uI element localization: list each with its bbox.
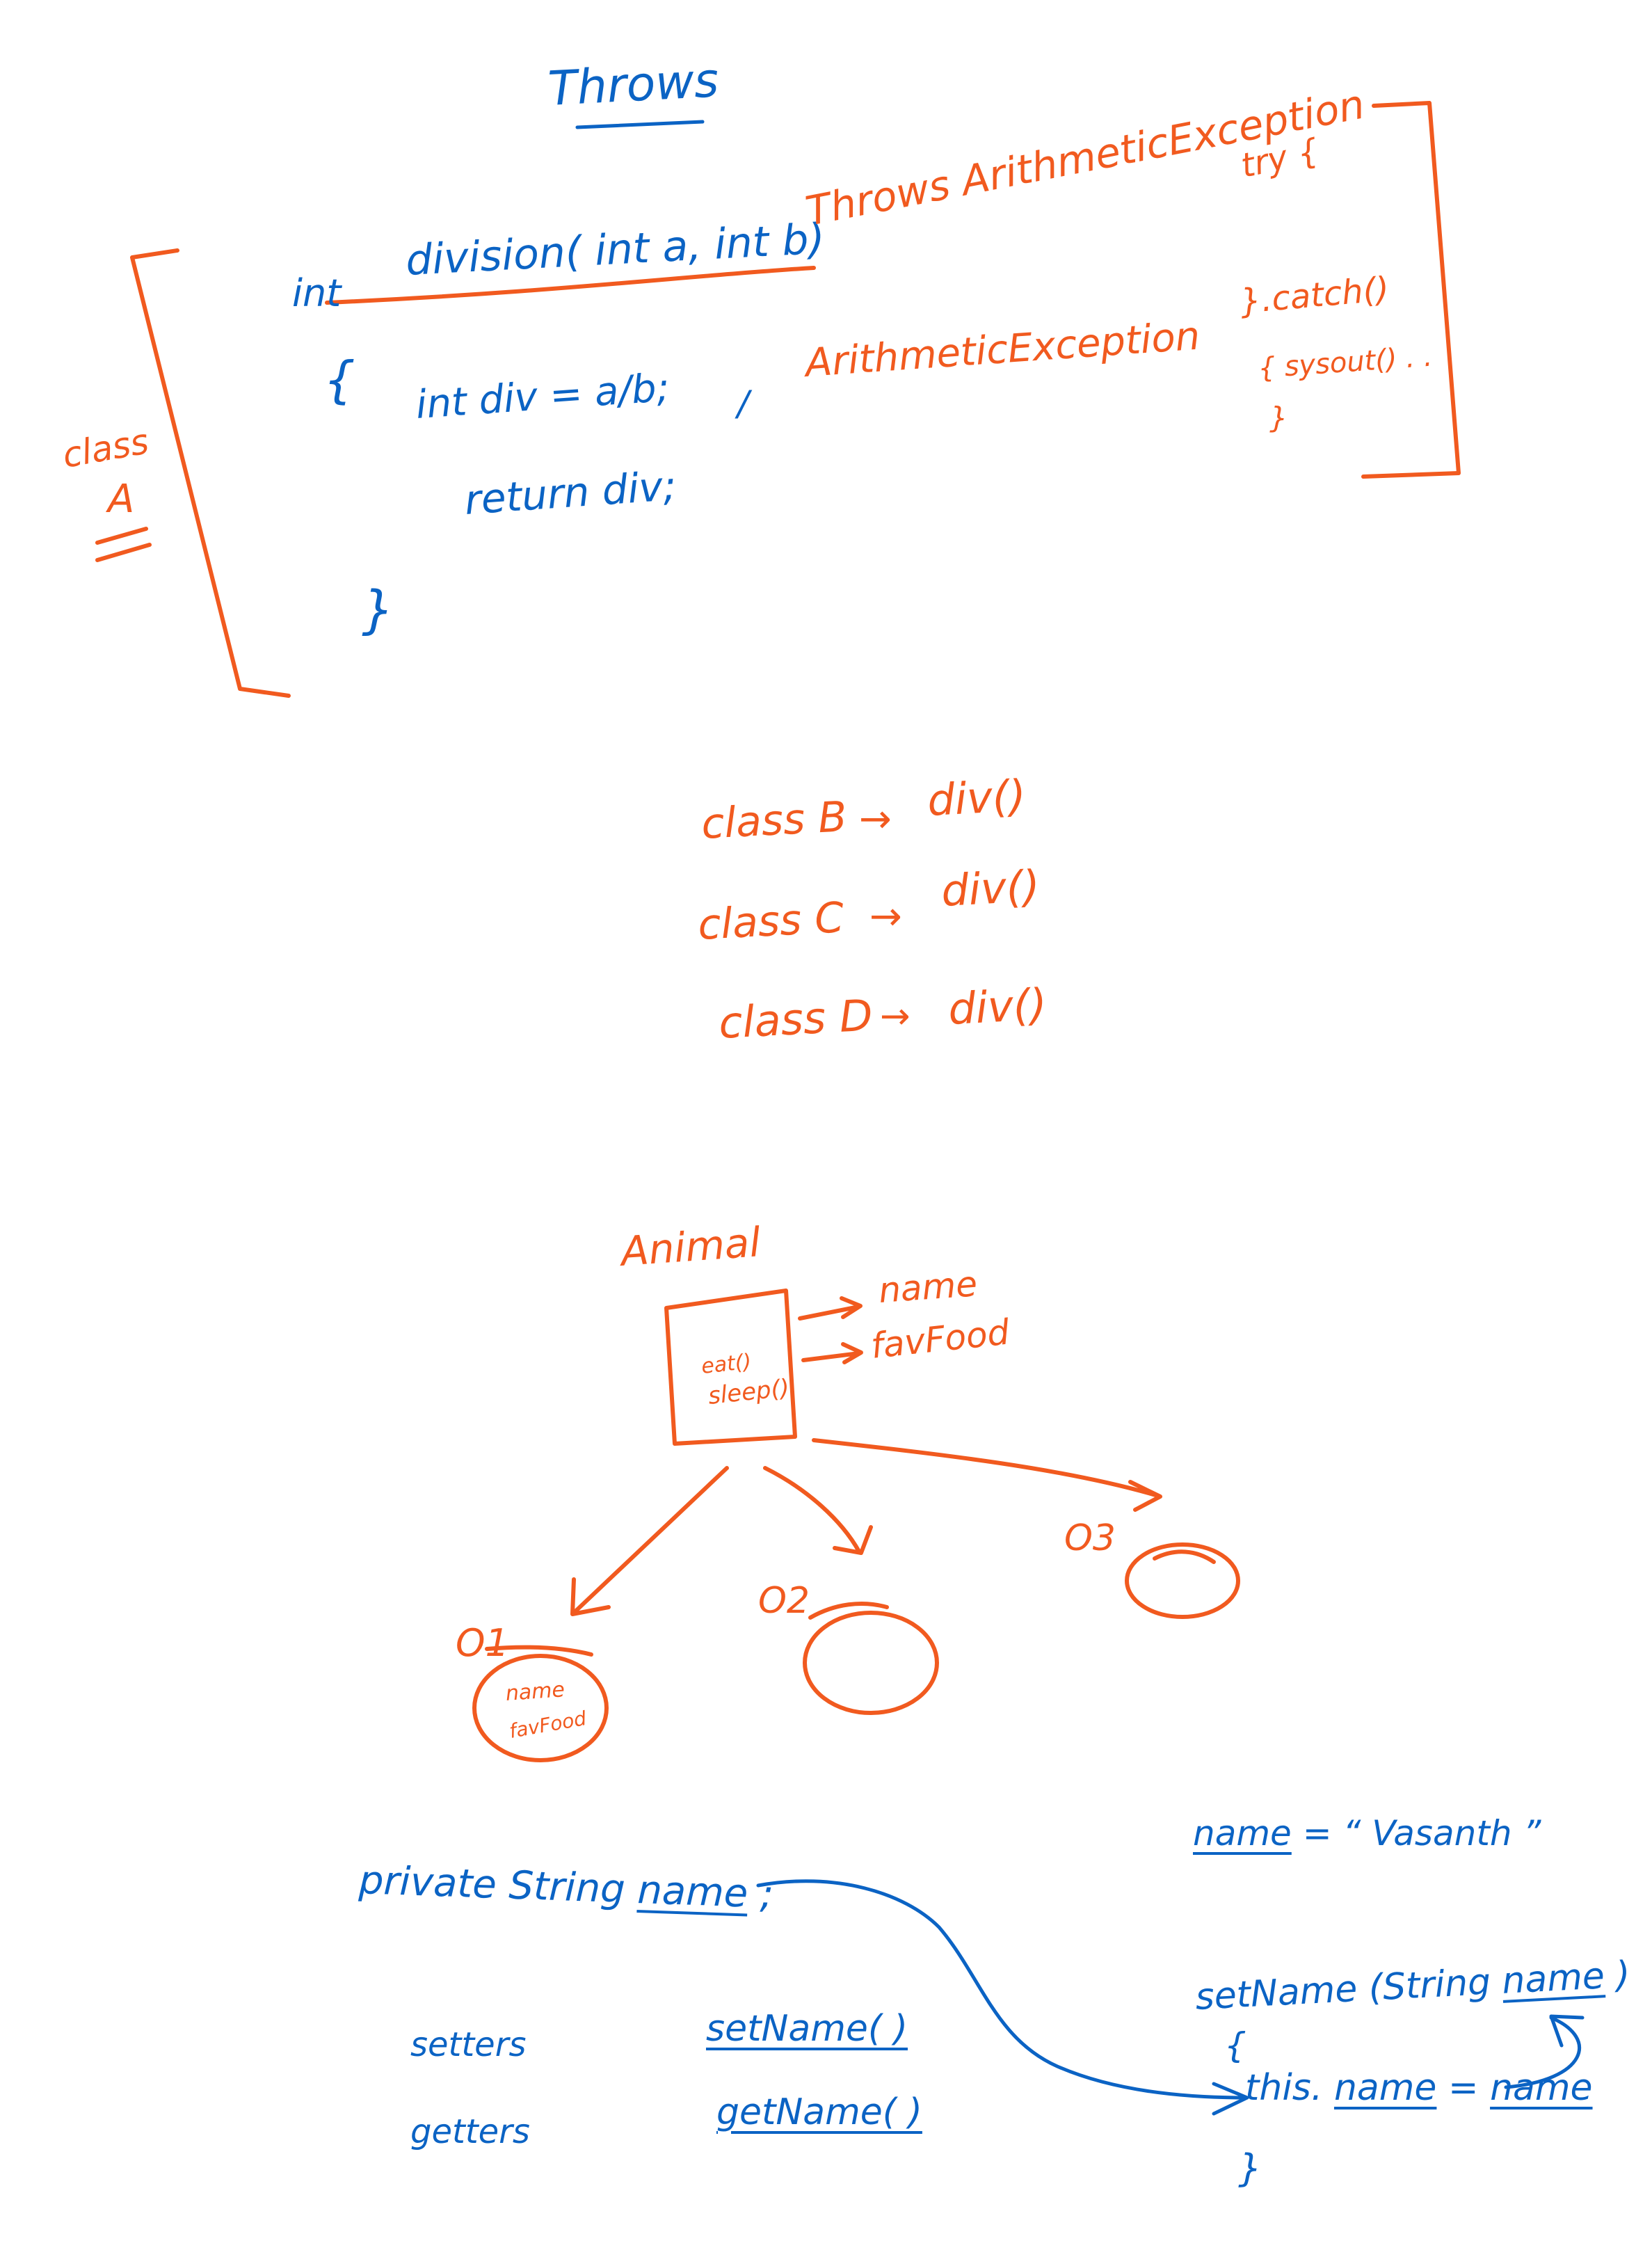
arrow-to-o2 xyxy=(763,1466,873,1555)
class-c-label: class C xyxy=(696,893,845,950)
arrow-to-o3 xyxy=(812,1438,1162,1512)
setname-body-close: } xyxy=(1238,2146,1262,2190)
class-a-left-bracket xyxy=(130,248,291,698)
throws-title: Throws xyxy=(547,53,721,117)
class-b-call: div() xyxy=(926,769,1027,826)
setname-body-open: { xyxy=(1224,2025,1246,2066)
object-o2-label: O2 xyxy=(758,1580,810,1622)
setname-body-statement: this. name = name xyxy=(1245,2070,1593,2106)
this-field-name: name xyxy=(1333,2067,1437,2109)
animal-title: Animal xyxy=(619,1218,762,1275)
method-close-brace: } xyxy=(362,580,395,640)
method-open-brace: { xyxy=(323,351,355,409)
assignment-value: = “ Vasanth ” xyxy=(1302,1813,1541,1853)
setters-label: setters xyxy=(410,2025,527,2064)
class-b-label: class B xyxy=(700,792,849,849)
animal-method-eat: eat() xyxy=(700,1349,753,1379)
class-d-call: div() xyxy=(947,978,1048,1035)
animal-field-name: name xyxy=(877,1263,979,1311)
setter-method: setName( ) xyxy=(706,2008,908,2050)
declaration-prefix: private String xyxy=(358,1858,626,1913)
object-o3-mark xyxy=(1153,1549,1216,1564)
slash-mark: / xyxy=(737,383,749,424)
class-d-label: class D xyxy=(717,989,874,1048)
assignment-field-name: name xyxy=(1193,1813,1292,1853)
declaration-field-name: name xyxy=(636,1867,749,1917)
setname-signature-param: name xyxy=(1500,1955,1606,2002)
object-o1-label: O1 xyxy=(456,1621,509,1665)
class-a-underline-1 xyxy=(95,527,148,545)
catch-body-close: } xyxy=(1269,401,1288,435)
this-assigned-value: name xyxy=(1490,2067,1593,2109)
arrow-to-name xyxy=(798,1296,863,1321)
name-to-setter-connector xyxy=(756,1879,1249,2116)
signature-return-type: int xyxy=(292,271,342,315)
class-c-call: div() xyxy=(940,860,1041,916)
object-o2-circle xyxy=(803,1611,939,1715)
object-o1-field-name: name xyxy=(504,1677,566,1706)
arrow-to-o1 xyxy=(570,1466,729,1616)
class-d-arrow: → xyxy=(880,996,911,1037)
getter-method: getName( ) xyxy=(716,2091,922,2133)
object-o3-label: O3 xyxy=(1064,1517,1116,1559)
class-a-underline-2 xyxy=(95,543,152,562)
class-name-a: A xyxy=(108,477,135,522)
this-equals: = xyxy=(1447,2067,1479,2109)
object-o3-circle xyxy=(1125,1542,1240,1619)
this-keyword: this. xyxy=(1245,2067,1323,2109)
class-c-arrow: → xyxy=(869,894,902,939)
title-underline xyxy=(575,120,705,129)
object-o1-circle xyxy=(472,1654,609,1762)
ink-strokes xyxy=(95,101,1585,2116)
class-b-arrow: → xyxy=(859,797,892,842)
setname-signature-suffix: ) xyxy=(1614,1954,1632,1997)
assignment-example: name = “ Vasanth ” xyxy=(1193,1816,1541,1851)
arrow-to-favfood xyxy=(801,1342,863,1364)
declaration-semicolon: ; xyxy=(759,1872,774,1917)
getters-label: getters xyxy=(410,2112,530,2151)
